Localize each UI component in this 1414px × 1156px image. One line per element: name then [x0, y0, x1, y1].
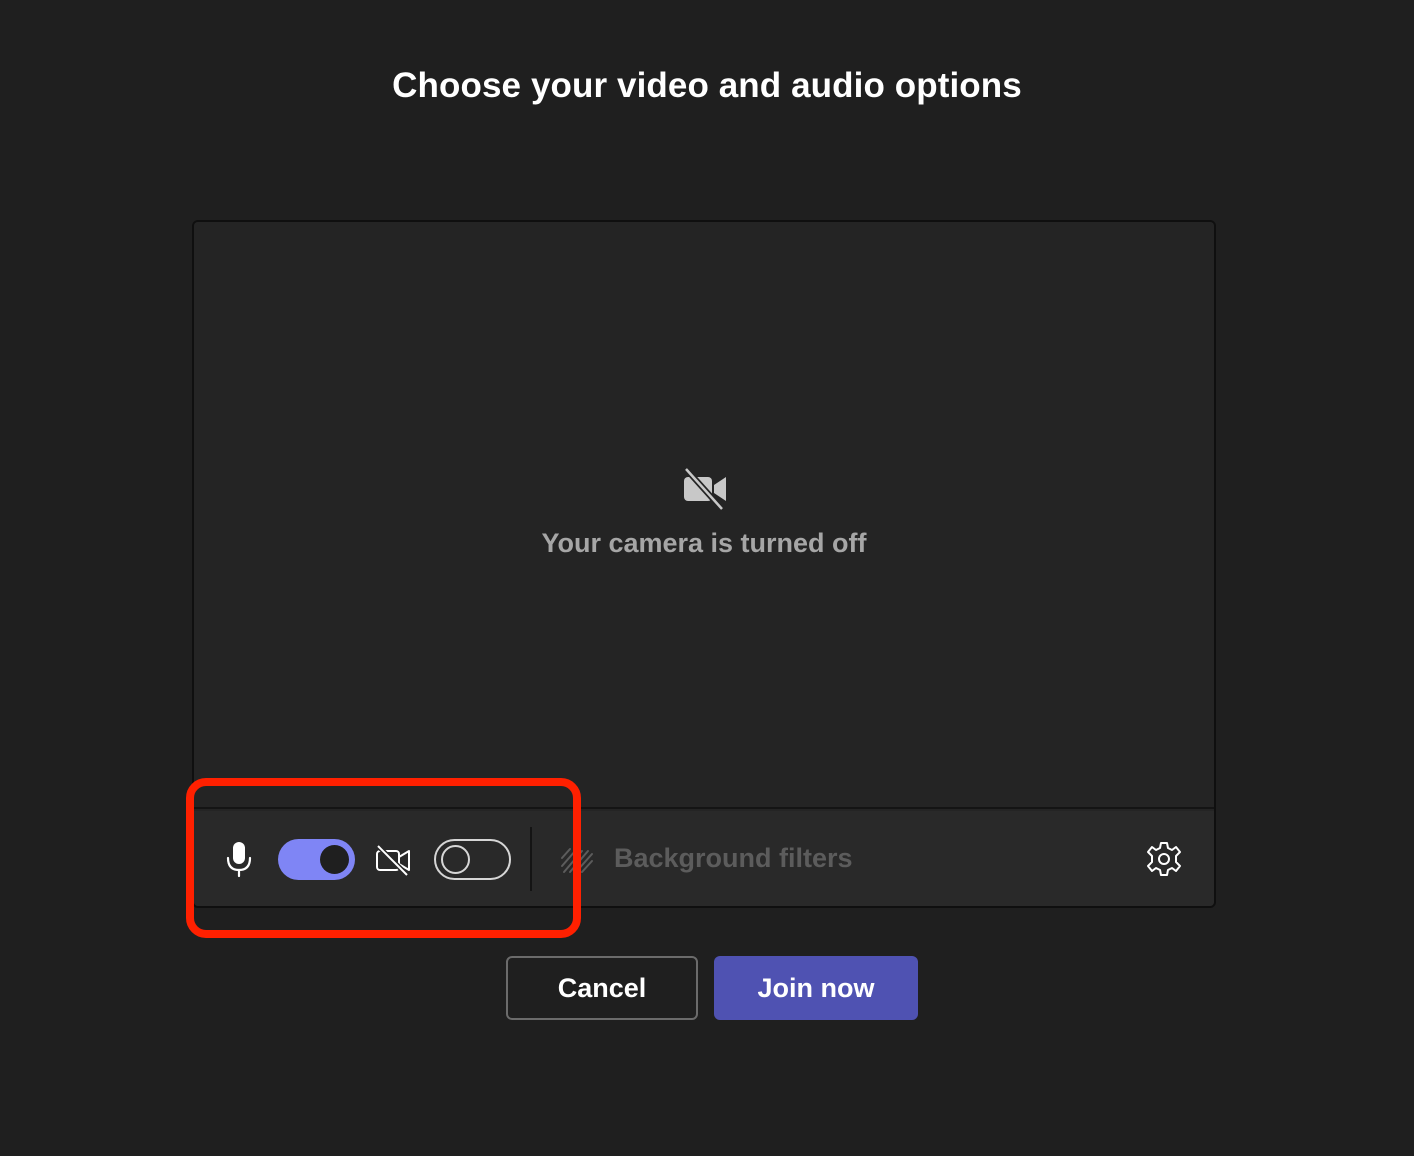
join-now-button[interactable]: Join now [714, 956, 918, 1020]
microphone-icon[interactable] [224, 840, 254, 878]
background-filters-label: Background filters [614, 843, 853, 873]
cancel-button[interactable]: Cancel [506, 956, 698, 1020]
toggle-knob [320, 845, 349, 874]
background-blur-icon [561, 848, 593, 873]
controls-bar: Background filters [194, 811, 1214, 906]
camera-toggle[interactable] [434, 839, 511, 880]
toggle-knob [441, 845, 470, 874]
preview-card: Your camera is turned off Background fil… [192, 220, 1216, 908]
controls-divider [530, 827, 532, 891]
video-audio-options-page: Choose your video and audio options Your… [0, 0, 1414, 1156]
video-preview: Your camera is turned off [194, 222, 1214, 809]
video-off-icon [683, 467, 726, 511]
page-title: Choose your video and audio options [392, 66, 1022, 105]
camera-off-message: Your camera is turned off [541, 528, 867, 558]
microphone-toggle[interactable] [278, 839, 355, 880]
gear-icon[interactable] [1145, 840, 1183, 878]
video-off-icon[interactable] [375, 844, 411, 876]
